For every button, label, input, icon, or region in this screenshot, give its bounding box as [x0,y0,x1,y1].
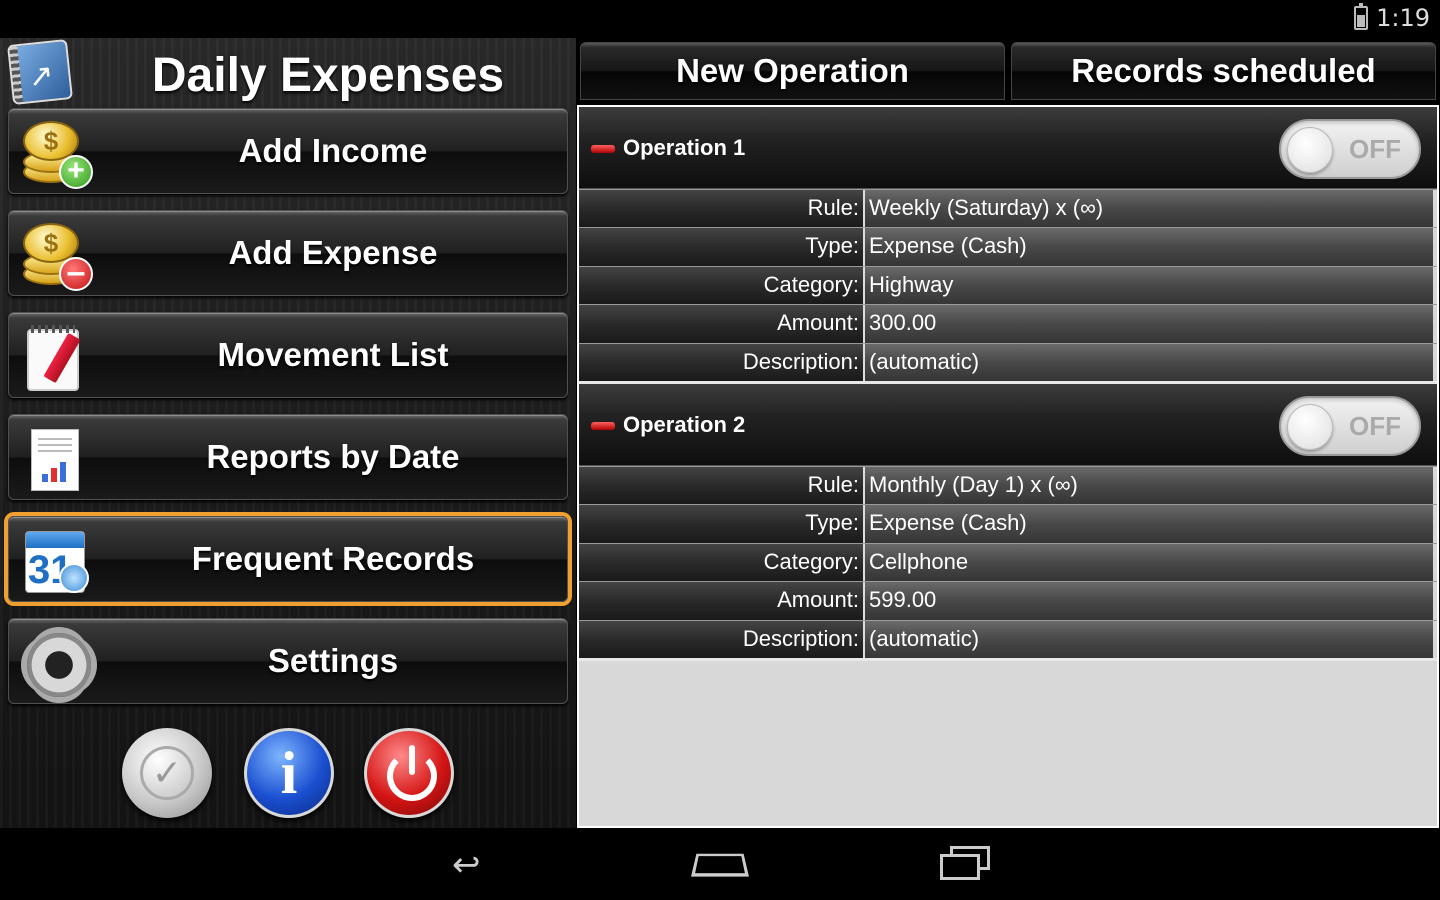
add-income-label: Add Income [238,132,428,169]
row-label: Amount: [579,582,865,620]
row-value: (automatic) [865,343,1433,381]
detail-row: Description: (automatic) [579,619,1437,658]
row-value: (automatic) [865,620,1433,658]
reports-by-date-button[interactable]: Reports by Date [8,414,568,500]
movement-list-button[interactable]: Movement List [8,312,568,398]
detail-row: Description: (automatic) [579,342,1437,381]
row-label: Category: [579,266,865,305]
detail-row: Rule: Monthly (Day 1) x (∞) [579,465,1437,505]
tab-records-scheduled[interactable]: Records scheduled [1011,42,1436,100]
add-expense-label: Add Expense [228,234,438,271]
back-button[interactable]: ↩ [452,844,504,884]
toggle-state: OFF [1349,134,1401,164]
add-income-button[interactable]: $ + Add Income [8,108,568,194]
info-button[interactable]: i [244,728,334,818]
toggle-knob [1287,127,1333,173]
settings-label: Settings [267,642,399,679]
gear-icon [17,627,91,697]
row-value: 300.00 [865,305,1433,343]
detail-row: Rule: Weekly (Saturday) x (∞) [579,189,1437,228]
navigation-bar: ↩ [0,828,1440,900]
row-label: Category: [579,543,865,582]
status-right: 1:19 [1354,3,1430,32]
operation-card: Operation 1 OFF Rule: Weekly (Saturday) … [579,107,1437,384]
app-title: Daily Expenses [151,49,505,102]
detail-row: Type: Expense (Cash) [579,227,1437,266]
coins-minus-icon: $ – [17,219,93,291]
coins-plus-icon: $ + [17,117,93,189]
add-expense-button[interactable]: $ – Add Expense [8,210,568,296]
status-time: 1:19 [1376,4,1430,32]
operation-header[interactable]: Operation 1 OFF [579,107,1437,189]
row-value: Highway [865,266,1433,305]
row-value: Expense (Cash) [865,228,1433,266]
operation-title: Operation 2 [623,411,746,437]
collapse-icon[interactable] [591,421,615,430]
row-label: Description: [579,620,865,658]
row-value: 599.00 [865,582,1433,620]
frequent-records-button[interactable]: 31 Frequent Records [8,516,568,602]
row-label: Type: [579,228,865,266]
battery-icon [1354,3,1369,30]
calendar-clock-icon: 31 [17,525,89,595]
operation-header[interactable]: Operation 2 OFF [579,383,1437,466]
check-button[interactable]: ✓ [122,728,212,818]
toggle-knob [1287,403,1333,450]
frequent-records-label: Frequent Records [191,540,475,577]
app-header: ↗ Daily Expenses [0,38,576,108]
row-label: Amount: [579,305,865,343]
operation-toggle[interactable]: OFF [1279,119,1421,179]
collapse-icon[interactable] [591,145,615,153]
settings-button[interactable]: Settings [8,618,568,704]
operation-card: Operation 2 OFF Rule: Monthly (Day 1) x … [579,383,1437,661]
row-label: Description: [579,343,865,381]
row-label: Type: [579,505,865,543]
report-icon [17,423,89,493]
reports-by-date-label: Reports by Date [206,438,460,475]
home-button[interactable] [691,848,749,878]
power-button[interactable] [364,728,454,818]
recents-button[interactable] [940,846,992,884]
tab-new-operation[interactable]: New Operation [580,42,1005,100]
left-panel: ↗ Daily Expenses $ + Add Income $ – Add … [0,38,576,828]
scheduled-records-list: Operation 1 OFF Rule: Weekly (Saturday) … [577,105,1439,828]
row-value: Cellphone [865,543,1433,582]
detail-row: Amount: 599.00 [579,581,1437,620]
row-value: Monthly (Day 1) x (∞) [865,466,1433,505]
operation-toggle[interactable]: OFF [1279,395,1421,456]
operation-title: Operation 1 [623,135,746,160]
row-value: Weekly (Saturday) x (∞) [865,190,1433,228]
check-seal-icon: ✓ [140,746,194,800]
row-label: Rule: [579,466,865,505]
detail-row: Type: Expense (Cash) [579,504,1437,543]
detail-row: Category: Cellphone [579,542,1437,582]
back-icon: ↩ [452,846,481,884]
row-label: Rule: [579,190,865,228]
row-value: Expense (Cash) [865,505,1433,543]
status-bar: 1:19 [0,0,1440,38]
toggle-state: OFF [1349,410,1401,441]
app-logo-icon: ↗ [7,39,73,105]
detail-row: Category: Highway [579,265,1437,305]
home-icon [691,853,749,877]
info-icon: i [280,740,298,806]
notepad-icon [17,321,89,391]
detail-row: Amount: 300.00 [579,304,1437,343]
movement-list-label: Movement List [217,336,449,373]
